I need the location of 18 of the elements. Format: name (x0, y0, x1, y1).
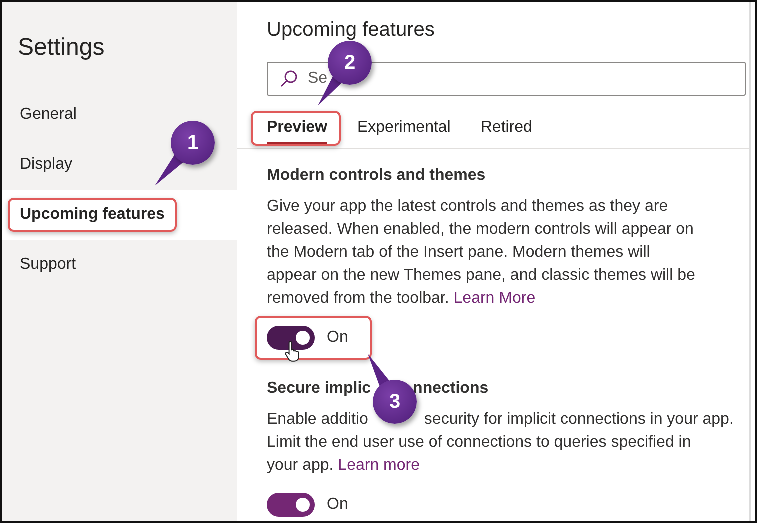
tab[interactable]: Preview (251, 110, 342, 146)
callout-badge: 2 (328, 41, 372, 85)
sidebar-title: Settings (17, 33, 106, 63)
toggle-switch[interactable] (267, 326, 315, 350)
tab[interactable]: Experimental (341, 110, 465, 146)
feature-description: Give your app the latest controls and themes as they are released. When enabled, the modern controls will appear on the Modern tab of the Insert pane. Modern themes will appear on the new Themes pane, and classic themes will be removed from the toolbar. Learn More (267, 197, 696, 309)
toggle-label: On (327, 496, 348, 514)
search-icon (280, 70, 298, 88)
feature-title: Secure implic (267, 379, 372, 399)
sidebar-item[interactable]: Support (2, 240, 237, 290)
learn-more-link[interactable]: Learn More (454, 290, 536, 307)
tab[interactable]: Retired (464, 110, 546, 146)
toggle-label: On (327, 329, 348, 347)
learn-more-link[interactable]: Learn more (338, 457, 420, 474)
page-title: Upcoming features (267, 18, 436, 43)
feature-title: Modern controls and themes (267, 166, 486, 186)
sidebar-item[interactable]: Upcoming features (2, 190, 237, 240)
toggle-switch[interactable] (267, 493, 315, 517)
